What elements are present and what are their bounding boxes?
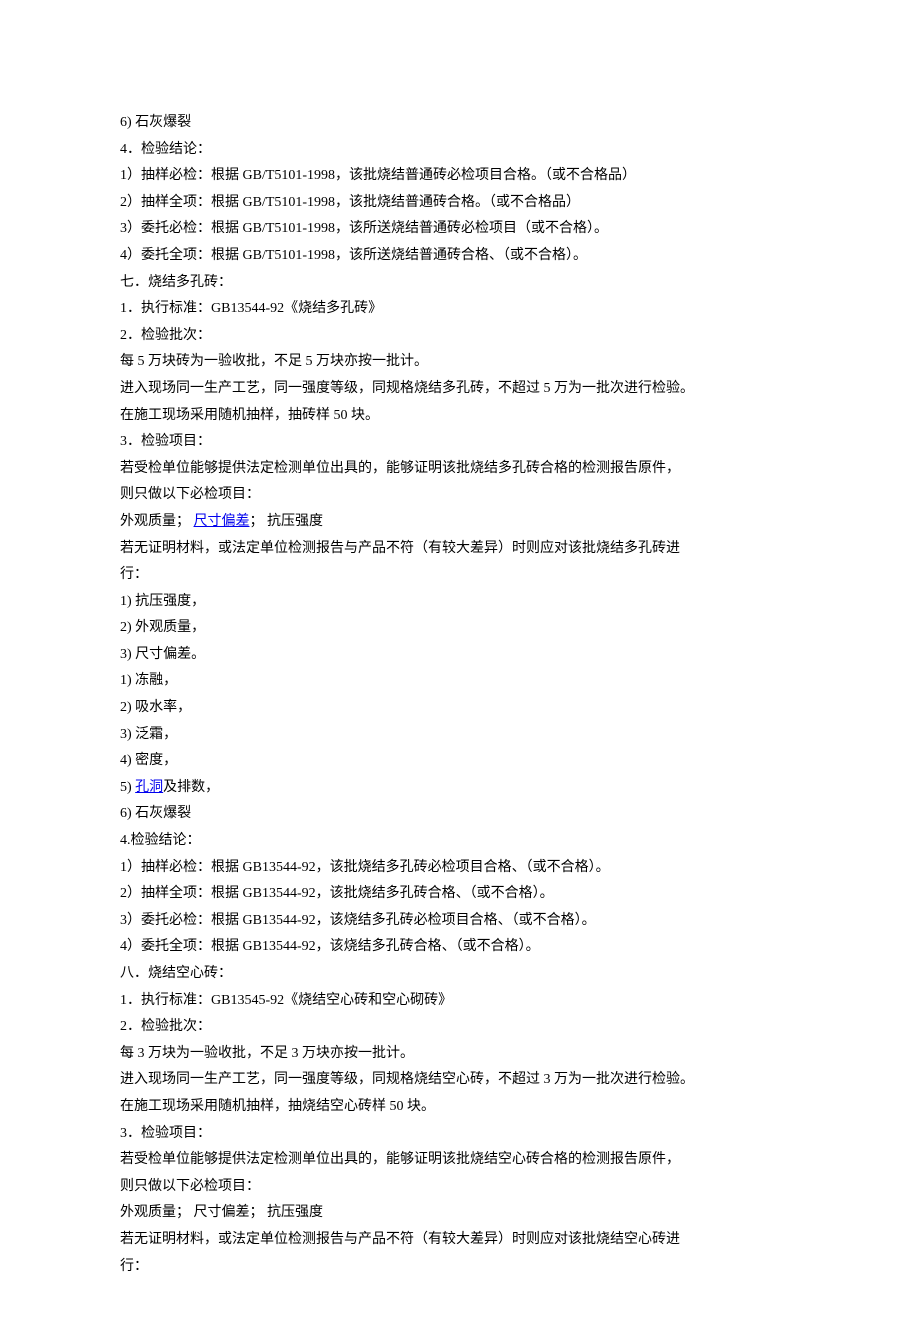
text-line: 七．烧结多孔砖： <box>120 270 800 297</box>
text-line: 2）抽样全项：根据 GB13544-92，该批烧结多孔砖合格、（或不合格）。 <box>120 881 800 908</box>
text-line: 则只做以下必检项目： <box>120 482 800 509</box>
text-span: 4）委托全项：根据 GB13544-92，该烧结多孔砖合格、（或不合格）。 <box>120 939 540 954</box>
text-line: 3）委托必检：根据 GB/T5101-1998，该所送烧结普通砖必检项目（或不合… <box>120 216 800 243</box>
text-line: 2．检验批次： <box>120 1014 800 1041</box>
text-span: ； 抗压强度 <box>250 514 324 529</box>
text-span: 3．检验项目： <box>120 1126 211 1141</box>
text-line: 则只做以下必检项目： <box>120 1174 800 1201</box>
text-span: 1．执行标准：GB13545-92《烧结空心砖和空心砌砖》 <box>120 993 452 1008</box>
text-span: 及排数， <box>163 780 219 795</box>
text-span: 若受检单位能够提供法定检测单位出具的，能够证明该批烧结空心砖合格的检测报告原件， <box>120 1152 680 1167</box>
text-line: 1．执行标准：GB13544-92《烧结多孔砖》 <box>120 296 800 323</box>
text-span: 4）委托全项：根据 GB/T5101-1998，该所送烧结普通砖合格、（或不合格… <box>120 248 587 263</box>
text-span: 1．执行标准：GB13544-92《烧结多孔砖》 <box>120 301 382 316</box>
text-line: 3) 泛霜， <box>120 722 800 749</box>
text-span: 每 5 万块砖为一验收批，不足 5 万块亦按一批计。 <box>120 354 428 369</box>
text-line: 进入现场同一生产工艺，同一强度等级，同规格烧结空心砖，不超过 3 万为一批次进行… <box>120 1067 800 1094</box>
text-line: 3）委托必检：根据 GB13544-92，该烧结多孔砖必检项目合格、（或不合格）… <box>120 908 800 935</box>
text-span: 1) 抗压强度， <box>120 594 205 609</box>
text-line: 行： <box>120 1254 800 1281</box>
text-line: 若无证明材料，或法定单位检测报告与产品不符（有较大差异）时则应对该批烧结多孔砖进 <box>120 536 800 563</box>
text-line: 4）委托全项：根据 GB/T5101-1998，该所送烧结普通砖合格、（或不合格… <box>120 243 800 270</box>
text-line: 行： <box>120 562 800 589</box>
text-span: 2）抽样全项：根据 GB13544-92，该批烧结多孔砖合格、（或不合格）。 <box>120 886 554 901</box>
text-span: 每 3 万块为一验收批，不足 3 万块亦按一批计。 <box>120 1046 414 1061</box>
text-line: 6) 石灰爆裂 <box>120 110 800 137</box>
text-line: 若受检单位能够提供法定检测单位出具的，能够证明该批烧结多孔砖合格的检测报告原件， <box>120 456 800 483</box>
text-span: 6) 石灰爆裂 <box>120 115 191 130</box>
text-span: 则只做以下必检项目： <box>120 487 260 502</box>
text-span: 3) 尺寸偏差。 <box>120 647 205 662</box>
text-span: 2) 吸水率， <box>120 700 191 715</box>
text-span: 七．烧结多孔砖： <box>120 275 232 290</box>
text-span: 在施工现场采用随机抽样，抽砖样 50 块。 <box>120 408 379 423</box>
text-line: 4.检验结论： <box>120 828 800 855</box>
text-span: 4) 密度， <box>120 753 177 768</box>
text-line: 6) 石灰爆裂 <box>120 801 800 828</box>
document-body: 6) 石灰爆裂 4．检验结论： 1）抽样必检：根据 GB/T5101-1998，该批… <box>120 110 800 1280</box>
text-span: 行： <box>120 567 148 582</box>
text-line: 2) 吸水率， <box>120 695 800 722</box>
text-line: 八．烧结空心砖： <box>120 961 800 988</box>
text-span: 若受检单位能够提供法定检测单位出具的，能够证明该批烧结多孔砖合格的检测报告原件， <box>120 461 680 476</box>
text-line: 在施工现场采用随机抽样，抽烧结空心砖样 50 块。 <box>120 1094 800 1121</box>
text-line: 3．检验项目： <box>120 1121 800 1148</box>
text-span: 1）抽样必检：根据 GB13544-92，该批烧结多孔砖必检项目合格、（或不合格… <box>120 860 610 875</box>
text-line: 2) 外观质量， <box>120 615 800 642</box>
text-line: 若受检单位能够提供法定检测单位出具的，能够证明该批烧结空心砖合格的检测报告原件， <box>120 1147 800 1174</box>
text-span: 3）委托必检：根据 GB13544-92，该烧结多孔砖必检项目合格、（或不合格）… <box>120 913 596 928</box>
text-line: 每 3 万块为一验收批，不足 3 万块亦按一批计。 <box>120 1041 800 1068</box>
text-line: 外观质量； 尺寸偏差； 抗压强度 <box>120 509 800 536</box>
text-line: 2．检验批次： <box>120 323 800 350</box>
text-line: 若无证明材料，或法定单位检测报告与产品不符（有较大差异）时则应对该批烧结空心砖进 <box>120 1227 800 1254</box>
text-line: 4) 密度， <box>120 748 800 775</box>
text-span: 1）抽样必检：根据 GB/T5101-1998，该批烧结普通砖必检项目合格。（或… <box>120 168 636 183</box>
text-span: 外观质量； 尺寸偏差； 抗压强度 <box>120 1205 323 1220</box>
text-span: 则只做以下必检项目： <box>120 1179 260 1194</box>
text-span: 2．检验批次： <box>120 328 211 343</box>
text-span: 若无证明材料，或法定单位检测报告与产品不符（有较大差异）时则应对该批烧结空心砖进 <box>120 1232 680 1247</box>
text-span: 6) 石灰爆裂 <box>120 806 191 821</box>
hyperlink[interactable]: 孔洞 <box>135 780 163 795</box>
text-line: 3．检验项目： <box>120 429 800 456</box>
text-line: 在施工现场采用随机抽样，抽砖样 50 块。 <box>120 403 800 430</box>
text-line: 进入现场同一生产工艺，同一强度等级，同规格烧结多孔砖，不超过 5 万为一批次进行… <box>120 376 800 403</box>
text-line: 4）委托全项：根据 GB13544-92，该烧结多孔砖合格、（或不合格）。 <box>120 934 800 961</box>
text-line: 1）抽样必检：根据 GB13544-92，该批烧结多孔砖必检项目合格、（或不合格… <box>120 855 800 882</box>
text-line: 外观质量； 尺寸偏差； 抗压强度 <box>120 1200 800 1227</box>
text-line: 1) 抗压强度， <box>120 589 800 616</box>
text-line: 1）抽样必检：根据 GB/T5101-1998，该批烧结普通砖必检项目合格。（或… <box>120 163 800 190</box>
text-line: 5) 孔洞及排数， <box>120 775 800 802</box>
text-span: 3) 泛霜， <box>120 727 177 742</box>
text-span: 4．检验结论： <box>120 142 211 157</box>
text-line: 4．检验结论： <box>120 137 800 164</box>
text-span: 1) 冻融， <box>120 673 177 688</box>
text-span: 在施工现场采用随机抽样，抽烧结空心砖样 50 块。 <box>120 1099 435 1114</box>
text-line: 2）抽样全项：根据 GB/T5101-1998，该批烧结普通砖合格。（或不合格品… <box>120 190 800 217</box>
text-line: 每 5 万块砖为一验收批，不足 5 万块亦按一批计。 <box>120 349 800 376</box>
text-span: 八．烧结空心砖： <box>120 966 232 981</box>
text-line: 1) 冻融， <box>120 668 800 695</box>
text-span: 若无证明材料，或法定单位检测报告与产品不符（有较大差异）时则应对该批烧结多孔砖进 <box>120 541 680 556</box>
text-line: 1．执行标准：GB13545-92《烧结空心砖和空心砌砖》 <box>120 988 800 1015</box>
text-span: 进入现场同一生产工艺，同一强度等级，同规格烧结多孔砖，不超过 5 万为一批次进行… <box>120 381 694 396</box>
text-span: 5) <box>120 780 135 795</box>
text-line: 3) 尺寸偏差。 <box>120 642 800 669</box>
text-span: 2) 外观质量， <box>120 620 205 635</box>
text-span: 2．检验批次： <box>120 1019 211 1034</box>
text-span: 行： <box>120 1259 148 1274</box>
text-span: 3．检验项目： <box>120 434 211 449</box>
text-span: 外观质量； <box>120 514 194 529</box>
text-span: 3）委托必检：根据 GB/T5101-1998，该所送烧结普通砖必检项目（或不合… <box>120 221 608 236</box>
text-span: 4.检验结论： <box>120 833 201 848</box>
text-span: 2）抽样全项：根据 GB/T5101-1998，该批烧结普通砖合格。（或不合格品… <box>120 195 580 210</box>
text-span: 进入现场同一生产工艺，同一强度等级，同规格烧结空心砖，不超过 3 万为一批次进行… <box>120 1072 694 1087</box>
hyperlink[interactable]: 尺寸偏差 <box>194 514 250 529</box>
